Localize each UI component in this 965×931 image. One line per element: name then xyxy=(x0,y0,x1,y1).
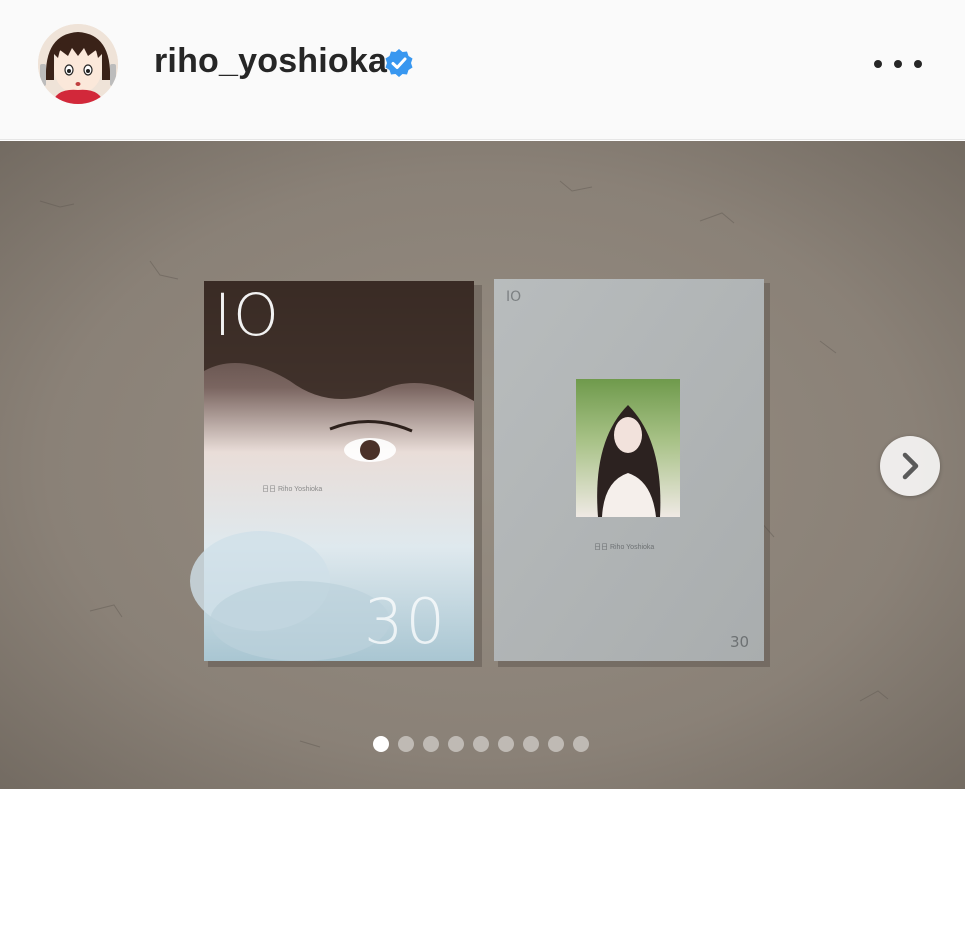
carousel-dot xyxy=(398,736,414,752)
carousel-dot xyxy=(498,736,514,752)
verified-badge-icon xyxy=(385,49,413,77)
post-photo xyxy=(0,141,965,789)
carousel-indicator xyxy=(373,736,589,752)
more-options-button[interactable] xyxy=(874,50,922,78)
carousel-dot xyxy=(573,736,589,752)
carousel-next-button[interactable] xyxy=(880,436,940,496)
book-right-number-bottom: 30 xyxy=(730,633,750,651)
profile-avatar[interactable] xyxy=(38,24,118,104)
book-left-author: 日日 Riho Yoshioka xyxy=(262,486,323,493)
book-right-author: 日日 Riho Yoshioka xyxy=(594,544,655,551)
carousel-dot xyxy=(373,736,389,752)
avatar-illustration-icon xyxy=(38,24,118,104)
carousel-dot xyxy=(448,736,464,752)
book-left-number-top: IO xyxy=(214,281,281,349)
carousel-dot xyxy=(548,736,564,752)
book-right-number-top: IO xyxy=(506,289,522,305)
chevron-right-icon xyxy=(902,452,919,480)
book-left-number-bottom: 30 xyxy=(364,585,447,658)
carousel-dot xyxy=(423,736,439,752)
username[interactable]: riho_yoshioka xyxy=(154,42,387,81)
carousel-dot xyxy=(473,736,489,752)
dot-icon xyxy=(914,60,922,68)
carousel-dot xyxy=(523,736,539,752)
dot-icon xyxy=(874,60,882,68)
post-header: riho_yoshioka xyxy=(0,0,965,140)
post-media[interactable]: IO 日日 Riho Yoshioka 30 IO 日日 Riho Yoshio… xyxy=(0,141,965,789)
dot-icon xyxy=(894,60,902,68)
